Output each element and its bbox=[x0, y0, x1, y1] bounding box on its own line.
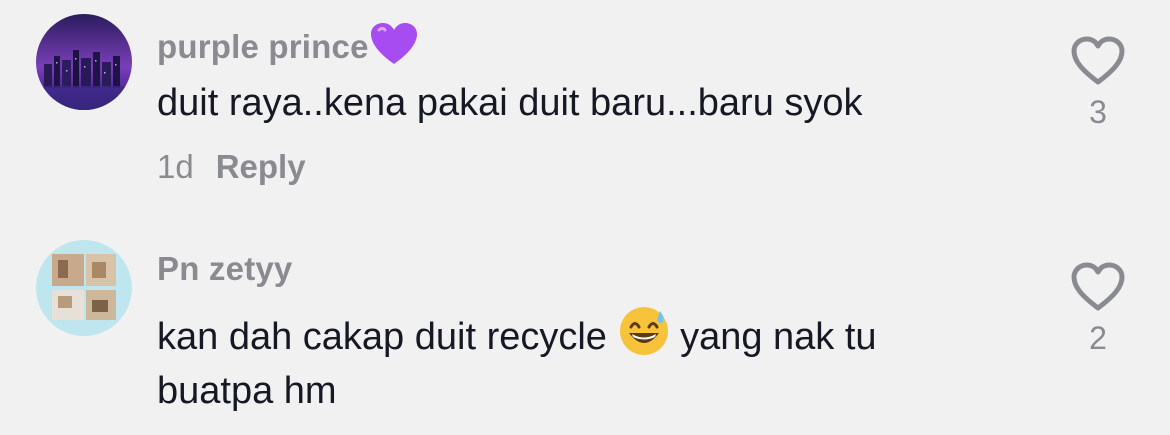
comment-text: duit raya..kena pakai duit baru...baru s… bbox=[157, 82, 863, 124]
comment-time: 1d bbox=[157, 148, 194, 185]
avatar[interactable] bbox=[36, 240, 132, 336]
avatar[interactable] bbox=[36, 14, 132, 110]
grinning-face-with-sweat-icon bbox=[618, 305, 670, 373]
heart-outline-icon bbox=[1071, 262, 1125, 311]
reply-button[interactable]: Reply bbox=[216, 148, 306, 185]
comment-text-line-2: buatpa hm bbox=[157, 370, 337, 412]
username-text: purple prince bbox=[157, 28, 369, 65]
avatar-city-night-image bbox=[36, 14, 132, 110]
avatar-collage-image bbox=[36, 240, 132, 336]
heart-outline-icon bbox=[1071, 36, 1125, 85]
username[interactable]: purple prince bbox=[157, 22, 419, 74]
like-button[interactable]: 3 bbox=[1066, 36, 1130, 131]
comment-meta: 1d Reply bbox=[157, 148, 306, 186]
like-count: 3 bbox=[1089, 94, 1107, 130]
purple-heart-icon bbox=[369, 22, 419, 74]
like-count: 2 bbox=[1089, 320, 1107, 356]
username[interactable]: Pn zetyy bbox=[157, 250, 293, 288]
like-button[interactable]: 2 bbox=[1066, 262, 1130, 357]
